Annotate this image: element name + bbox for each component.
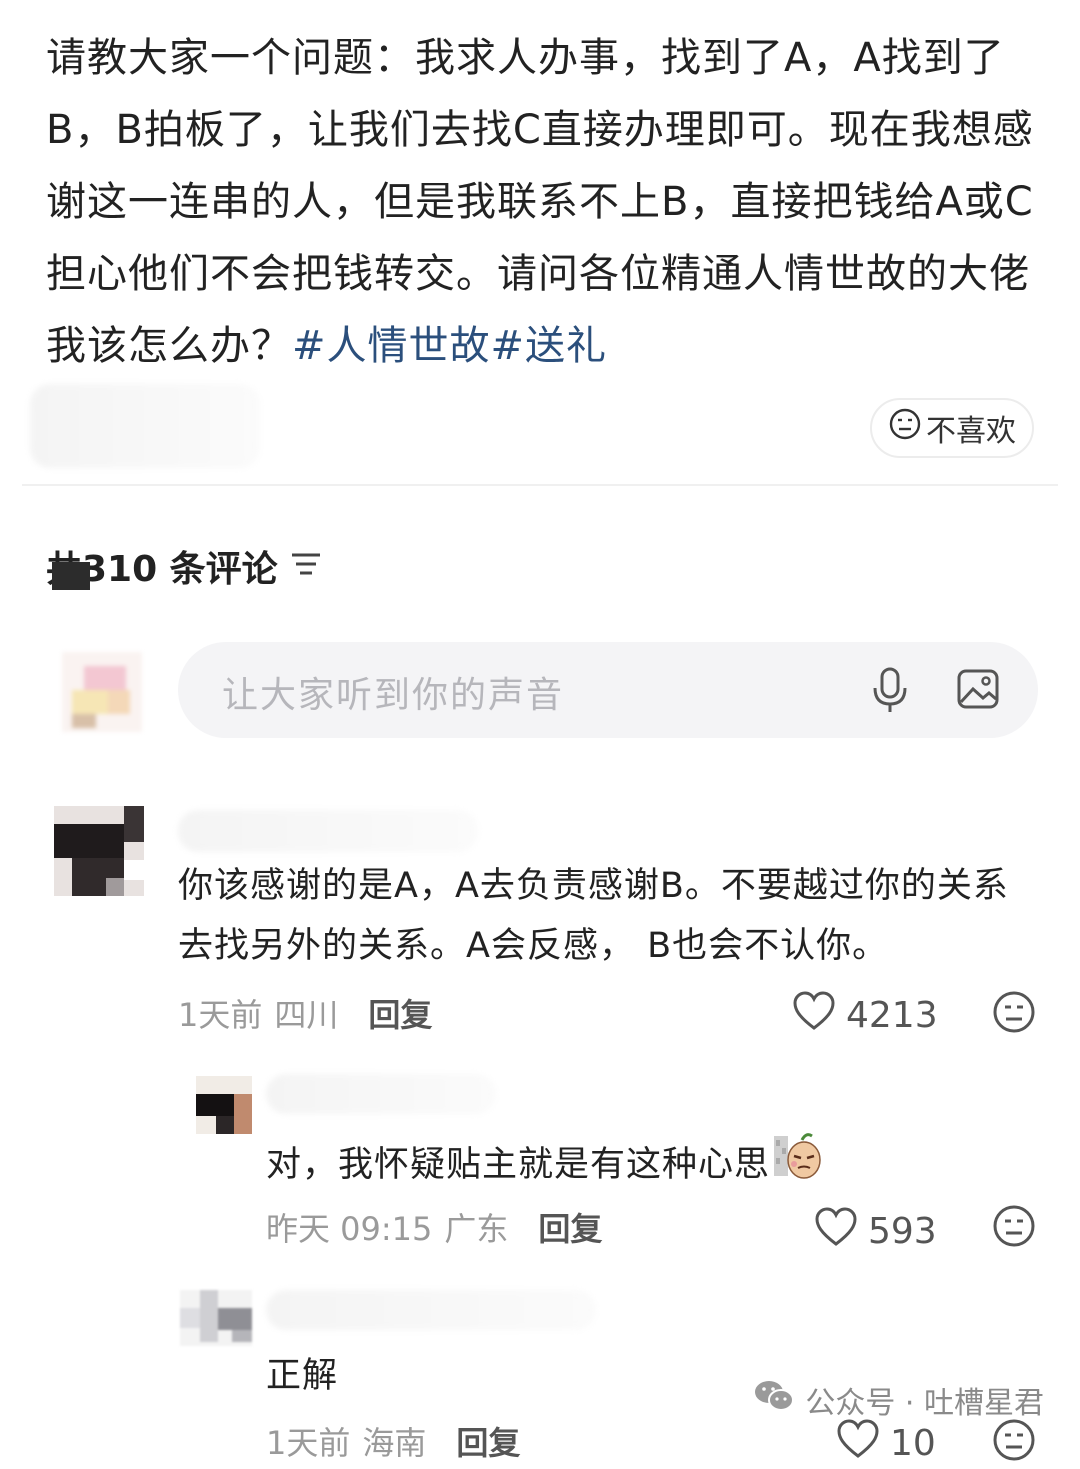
meh-face-icon[interactable] — [992, 1204, 1036, 1252]
reply-meta: 1天前 海南 回复 — [266, 1418, 520, 1464]
comment-input-placeholder: 让大家听到你的声音 — [222, 675, 565, 716]
reply-text-content: 对，我怀疑贴主就是有这种心思 — [266, 1144, 771, 1185]
reply-text: 正解 — [266, 1356, 339, 1396]
reply-avatar[interactable] — [180, 1290, 252, 1346]
reply-time: 昨天 09:15 — [266, 1210, 433, 1248]
microphone-icon[interactable] — [868, 666, 912, 718]
like-button[interactable]: 4213 — [792, 990, 938, 1041]
reply-button[interactable]: 回复 — [456, 1418, 520, 1464]
watermark-text: 公众号 · 吐槽星君 — [805, 1386, 1044, 1421]
heart-icon — [814, 1206, 858, 1257]
comment-input[interactable]: 让大家听到你的声音 — [178, 642, 1038, 738]
reply-meta: 昨天 09:15 广东 回复 — [266, 1204, 602, 1250]
reply-button[interactable]: 回复 — [538, 1204, 602, 1250]
like-button[interactable]: 10 — [836, 1418, 936, 1469]
meh-face-icon[interactable] — [992, 1418, 1036, 1466]
like-button[interactable]: 593 — [814, 1206, 937, 1257]
comment-avatar[interactable] — [54, 806, 144, 896]
reply-avatar[interactable] — [196, 1076, 252, 1134]
heart-icon — [792, 990, 836, 1041]
reply-text: 对，我怀疑贴主就是有这种心思 — [266, 1130, 822, 1199]
wechat-icon — [753, 1378, 795, 1422]
like-count: 10 — [890, 1423, 936, 1464]
post-text: 请教大家一个问题：我求人办事，找到了A，A找到了B，B拍板了，让我们去找C直接办… — [46, 35, 1034, 369]
like-count: 4213 — [846, 995, 938, 1036]
reply-time: 1天前 — [266, 1424, 351, 1462]
comment-text: 你该感谢的是A，A去负责感谢B。不要越过你的关系去找另外的关系。A会反感， B也… — [178, 866, 1009, 966]
dislike-label: 不喜欢 — [926, 414, 1016, 449]
blurred-username — [266, 1074, 496, 1114]
dislike-face-icon — [888, 407, 922, 449]
post-hashtags[interactable]: #人情世故#送礼 — [292, 323, 607, 369]
reply-button[interactable]: 回复 — [368, 990, 432, 1036]
blurred-username — [178, 810, 478, 852]
comment-time: 1天前 — [178, 996, 263, 1034]
divider — [22, 484, 1058, 486]
sticker-emoji — [774, 1130, 822, 1199]
sort-icon[interactable] — [290, 546, 322, 587]
blurred-username — [266, 1290, 596, 1330]
reply-location: 海南 — [362, 1424, 427, 1462]
blurred-area — [30, 384, 260, 468]
reply-location: 广东 — [444, 1210, 509, 1248]
comment-meta: 1天前 四川 回复 — [178, 990, 432, 1036]
dislike-button[interactable]: 不喜欢 — [870, 398, 1034, 458]
my-avatar[interactable] — [62, 652, 142, 732]
watermark: 公众号 · 吐槽星君 — [753, 1378, 1044, 1422]
comment-location: 四川 — [274, 996, 339, 1034]
like-count: 593 — [868, 1211, 937, 1252]
post-body: 请教大家一个问题：我求人办事，找到了A，A找到了B，B拍板了，让我们去找C直接办… — [46, 22, 1036, 382]
meh-face-icon[interactable] — [992, 990, 1036, 1038]
image-icon[interactable] — [956, 666, 1000, 716]
heart-icon — [836, 1418, 880, 1469]
redaction-mark — [52, 562, 90, 590]
